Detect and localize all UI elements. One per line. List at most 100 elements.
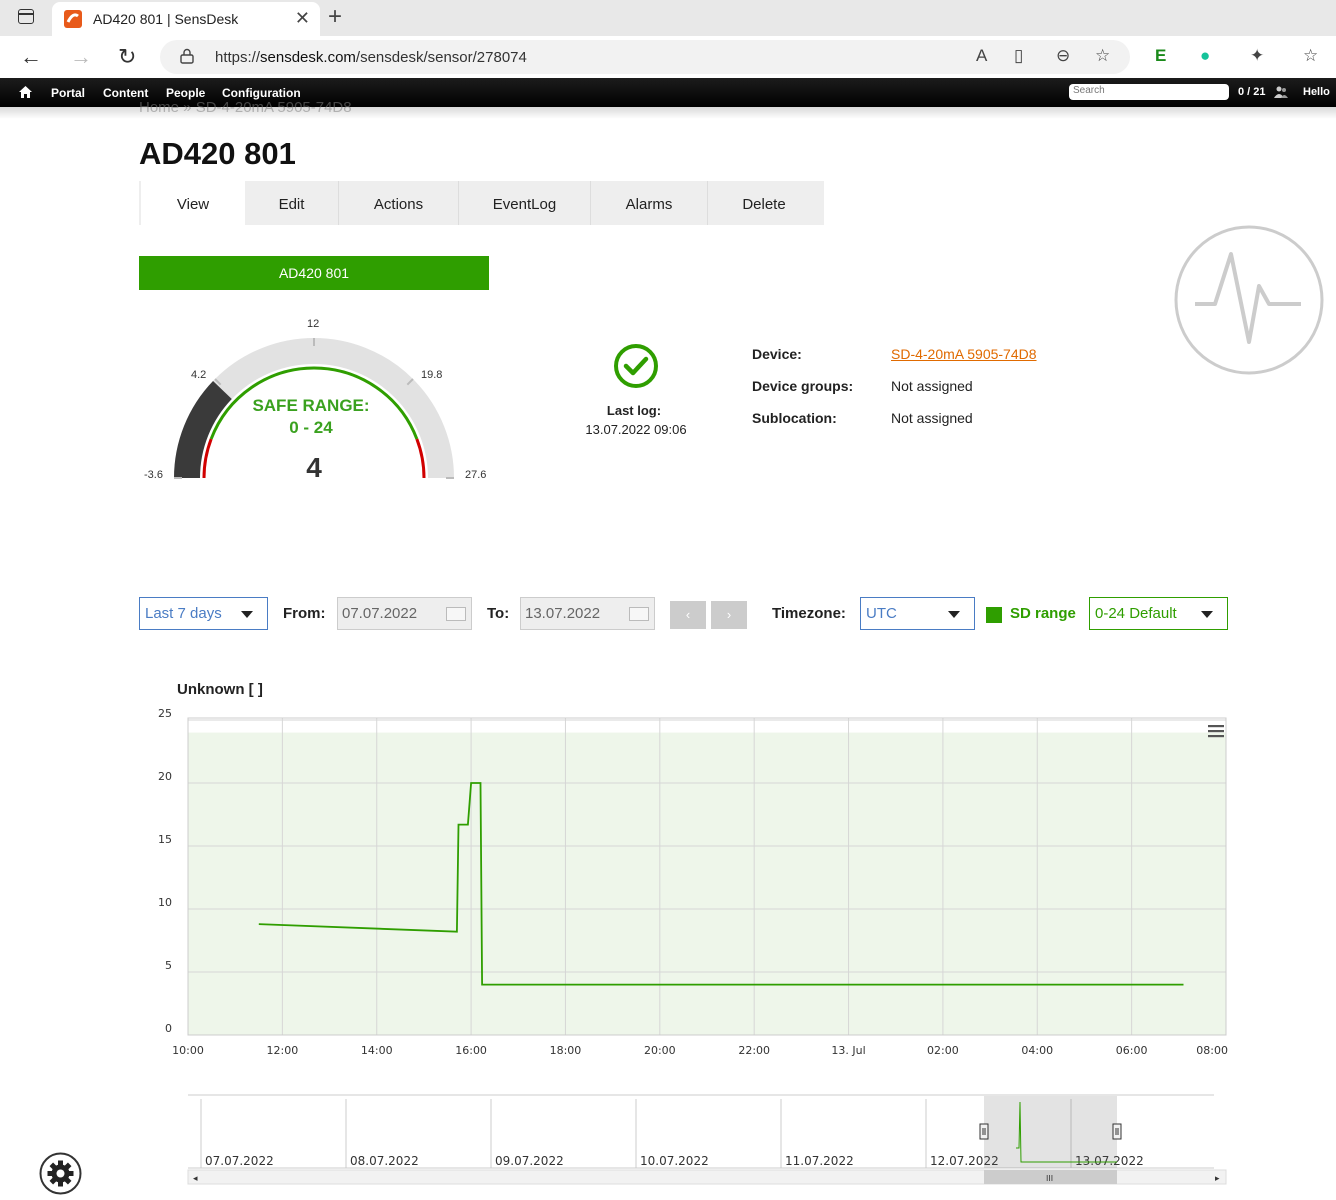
- period-select-value: Last 7 days: [145, 605, 222, 622]
- favorites-list-icon[interactable]: ☆: [1303, 46, 1318, 66]
- to-date-value: 13.07.2022: [525, 605, 601, 622]
- timezone-select[interactable]: UTC: [860, 597, 975, 630]
- immersive-reader-icon[interactable]: ▯: [1014, 46, 1023, 66]
- gauge-tick-label: 19.8: [421, 369, 443, 381]
- device-groups-value: Not assigned: [891, 378, 973, 394]
- navigator-selection: [984, 1096, 1117, 1168]
- gauge-tick-label: 12: [307, 318, 320, 330]
- nav-portal[interactable]: Portal: [51, 86, 85, 100]
- sd-range-select[interactable]: 0-24 Default: [1089, 597, 1228, 630]
- tab-edit[interactable]: Edit: [245, 181, 339, 225]
- greeting[interactable]: Hello: [1303, 86, 1330, 98]
- scroll-left-icon: ◂: [193, 1174, 198, 1184]
- grammarly-icon[interactable]: ●: [1200, 46, 1210, 66]
- close-tab-icon[interactable]: ✕: [295, 8, 310, 29]
- pulse-icon: [1174, 225, 1324, 375]
- gear-icon[interactable]: [39, 1152, 82, 1195]
- navigator-scrollbar-thumb: [984, 1170, 1117, 1184]
- nav-configuration[interactable]: Configuration: [222, 86, 301, 100]
- browser-tab-title: AD420 801 | SensDesk: [93, 11, 239, 27]
- device-groups-label: Device groups:: [752, 378, 854, 394]
- back-icon[interactable]: ←: [20, 44, 42, 70]
- page-title: AD420 801: [139, 136, 296, 171]
- x-tick-label: 02:00: [927, 1044, 959, 1057]
- read-aloud-icon[interactable]: A: [976, 46, 987, 66]
- user-count: 0 / 21: [1238, 86, 1266, 98]
- navigator-date-label: 13.07.2022: [1075, 1154, 1144, 1168]
- safe-band: [188, 732, 1226, 1035]
- y-tick-label: 10: [158, 896, 172, 909]
- tab-view[interactable]: View: [141, 181, 245, 225]
- zoom-out-icon[interactable]: ⊖: [1056, 46, 1070, 66]
- navigator-date-label: 08.07.2022: [350, 1154, 419, 1168]
- address-bar: ← → ↻ https://sensdesk.com/sensdesk/sens…: [0, 36, 1336, 78]
- forward-icon[interactable]: →: [70, 44, 92, 70]
- gauge-tick-label: 27.6: [465, 469, 487, 481]
- device-link[interactable]: SD-4-20mA 5905-74D8: [891, 346, 1037, 362]
- y-tick-label: 25: [158, 707, 172, 720]
- navigator-date-label: 10.07.2022: [640, 1154, 709, 1168]
- gauge-value: 4: [306, 452, 322, 483]
- tab-alarms[interactable]: Alarms: [591, 181, 708, 225]
- extensions-icon[interactable]: ✦: [1250, 46, 1264, 66]
- chevron-down-icon: [241, 611, 253, 618]
- from-date-input[interactable]: 07.07.2022: [337, 597, 472, 630]
- gauge-alarm-arc: [415, 438, 426, 479]
- url-text: https://sensdesk.com/sensdesk/sensor/278…: [215, 49, 527, 66]
- calendar-icon: [629, 607, 649, 621]
- browser-tab[interactable]: AD420 801 | SensDesk ✕: [52, 2, 320, 36]
- y-tick-label: 15: [158, 833, 172, 846]
- x-tick-label: 20:00: [644, 1044, 676, 1057]
- scroll-grip-icon: III: [1046, 1174, 1053, 1183]
- sublocation-label: Sublocation:: [752, 410, 837, 426]
- prev-period-button[interactable]: ‹: [670, 601, 706, 629]
- x-tick-label: 12:00: [267, 1044, 299, 1057]
- lock-icon: [180, 48, 194, 64]
- last-log-value: 13.07.2022 09:06: [585, 422, 687, 437]
- x-tick-label: 16:00: [455, 1044, 487, 1057]
- window-menu-icon[interactable]: [18, 9, 34, 24]
- navigator-date-label: 07.07.2022: [205, 1154, 274, 1168]
- sensor-name-banner: AD420 801: [139, 256, 489, 290]
- navigator-handle: [979, 1123, 989, 1140]
- from-label: From:: [283, 605, 326, 622]
- to-label: To:: [487, 605, 510, 622]
- navigator-date-label: 09.07.2022: [495, 1154, 564, 1168]
- last-log-label: Last log:: [606, 403, 662, 418]
- check-circle-icon: [614, 344, 658, 388]
- period-select[interactable]: Last 7 days: [139, 597, 268, 630]
- gauge-tick-label: 4.2: [191, 369, 207, 381]
- reload-icon[interactable]: ↻: [118, 44, 136, 70]
- timezone-select-value: UTC: [866, 605, 897, 622]
- x-tick-label: 13. Jul: [831, 1044, 865, 1057]
- chevron-down-icon: [948, 611, 960, 618]
- tab-eventlog[interactable]: EventLog: [459, 181, 591, 225]
- nav-content[interactable]: Content: [103, 86, 148, 100]
- home-icon[interactable]: [19, 86, 32, 98]
- plot-area: [188, 718, 1226, 1035]
- chart-menu-icon: [1208, 730, 1224, 733]
- tab-delete[interactable]: Delete: [708, 181, 820, 225]
- site-search-input[interactable]: Search: [1069, 84, 1229, 100]
- x-tick-label: 06:00: [1116, 1044, 1148, 1057]
- tab-actions[interactable]: Actions: [339, 181, 459, 225]
- sd-range-label: SD range: [1010, 605, 1076, 622]
- calendar-icon: [446, 607, 466, 621]
- favorite-icon[interactable]: ☆: [1095, 46, 1110, 66]
- y-tick-label: 5: [165, 959, 172, 972]
- gauge-alarm-arc: [202, 438, 213, 479]
- y-tick-label: 0: [165, 1022, 172, 1035]
- to-date-input[interactable]: 13.07.2022: [520, 597, 655, 630]
- x-tick-label: 08:00: [1196, 1044, 1228, 1057]
- extension-e-icon[interactable]: E: [1155, 46, 1166, 66]
- nav-people[interactable]: People: [166, 86, 205, 100]
- next-period-button[interactable]: ›: [711, 601, 747, 629]
- chart-title: Unknown [ ]: [177, 681, 263, 698]
- timezone-label: Timezone:: [772, 605, 846, 622]
- device-label: Device:: [752, 346, 802, 362]
- new-tab-icon[interactable]: +: [328, 3, 342, 31]
- y-tick-label: 20: [158, 770, 172, 783]
- navigator-handle: [1112, 1123, 1122, 1140]
- navigator-date-label: 12.07.2022: [930, 1154, 999, 1168]
- scroll-right-icon: ▸: [1215, 1174, 1220, 1184]
